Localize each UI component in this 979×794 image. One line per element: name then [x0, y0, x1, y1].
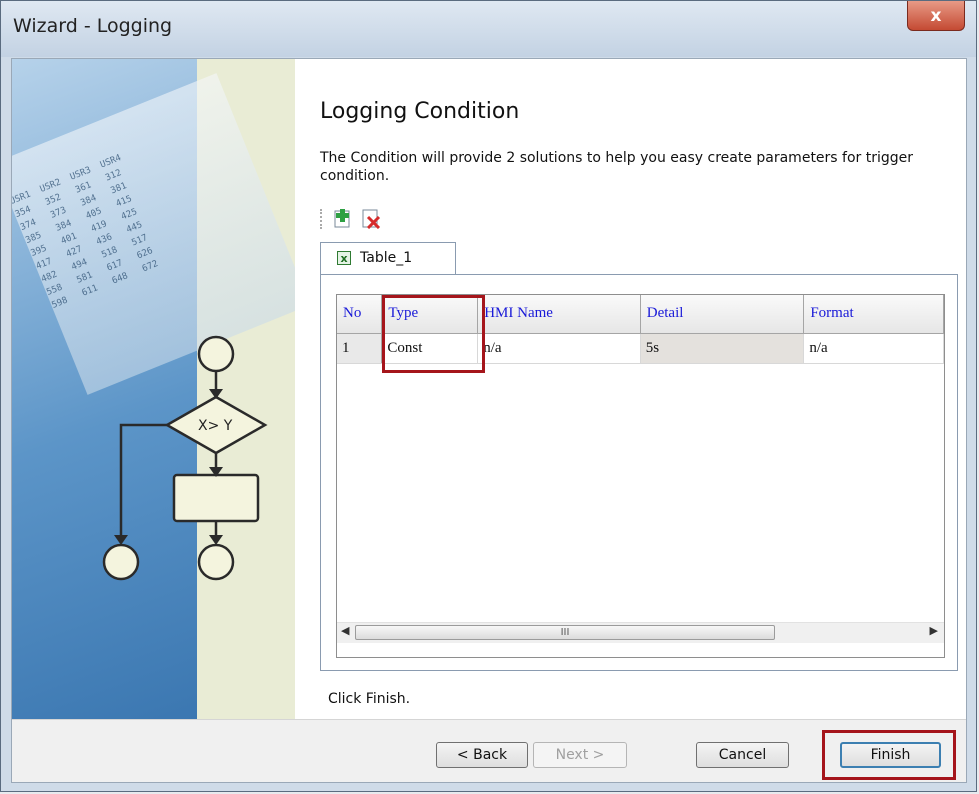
table-tabs: x Table_1: [320, 242, 958, 275]
header-row: No Type HMI Name Detail Format: [337, 295, 944, 334]
button-bar: < Back Next > Cancel Finish: [12, 719, 966, 782]
tab-panel: No Type HMI Name Detail Format 1 Const n…: [320, 274, 958, 671]
condition-grid[interactable]: No Type HMI Name Detail Format 1 Const n…: [336, 294, 945, 658]
add-table-icon[interactable]: [332, 207, 354, 229]
column-header-detail[interactable]: Detail: [640, 295, 805, 334]
cell-hmi-name[interactable]: n/a: [477, 333, 641, 364]
finish-hint: Click Finish.: [328, 691, 411, 707]
wizard-illustration: USR1 USR2 USR3 USR4 354 352 361 312 374 …: [12, 59, 295, 719]
page-description: The Condition will provide 2 solutions t…: [320, 150, 914, 184]
scroll-left-icon[interactable]: ◀: [341, 624, 349, 637]
flowchart-graphic: X> Y: [102, 335, 268, 581]
scroll-right-icon[interactable]: ▶: [930, 624, 938, 637]
condition-label: X> Y: [198, 418, 233, 434]
next-button[interactable]: Next >: [533, 742, 627, 768]
horizontal-scrollbar[interactable]: ◀ III ▶: [337, 622, 944, 643]
cell-type[interactable]: Const: [381, 333, 479, 364]
content-pane: Logging Condition The Condition will pro…: [295, 59, 966, 719]
cell-no[interactable]: 1: [337, 333, 383, 364]
table-row[interactable]: 1 Const n/a 5s n/a: [337, 333, 944, 364]
cancel-button[interactable]: Cancel: [696, 742, 789, 768]
excel-icon: x: [337, 251, 351, 265]
tab-label: Table_1: [360, 250, 413, 266]
cell-detail[interactable]: 5s: [640, 333, 805, 364]
column-header-hmi-name[interactable]: HMI Name: [477, 295, 641, 334]
column-header-format[interactable]: Format: [803, 295, 944, 334]
tab-table-1[interactable]: x Table_1: [320, 242, 456, 275]
column-header-type[interactable]: Type: [381, 295, 479, 334]
wizard-client-area: USR1 USR2 USR3 USR4 354 352 361 312 374 …: [11, 58, 967, 783]
column-header-no[interactable]: No: [337, 295, 383, 334]
toolbar-grip: [320, 209, 325, 229]
wizard-window: Wizard - Logging x USR1 USR2 USR3 USR4 3…: [0, 0, 977, 792]
window-title: Wizard - Logging: [13, 15, 173, 37]
finish-button[interactable]: Finish: [840, 742, 941, 768]
title-bar: Wizard - Logging x: [1, 1, 976, 57]
close-button[interactable]: x: [907, 1, 965, 31]
page-heading: Logging Condition: [320, 99, 520, 124]
scroll-thumb[interactable]: III: [355, 625, 775, 640]
condition-table: No Type HMI Name Detail Format 1 Const n…: [337, 295, 944, 364]
delete-table-icon[interactable]: [360, 207, 382, 230]
back-button[interactable]: < Back: [436, 742, 528, 768]
cell-format[interactable]: n/a: [803, 333, 944, 364]
